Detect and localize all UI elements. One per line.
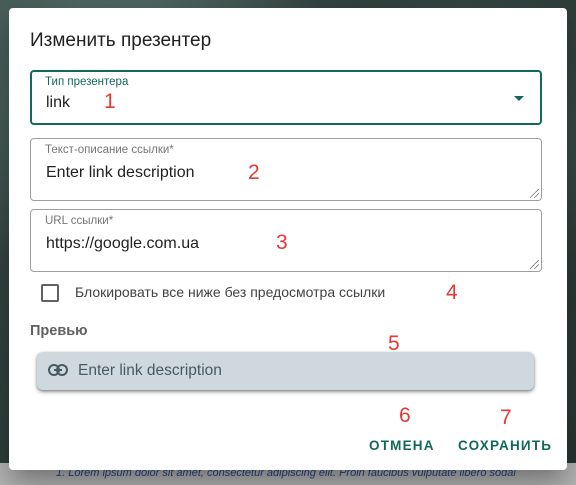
preview-chip-text: Enter link description: [78, 362, 222, 379]
annotation-marker-5: 5: [388, 332, 400, 355]
annotation-marker-6: 6: [399, 404, 411, 427]
block-below-checkbox-label[interactable]: Блокировать все ниже без предосмотра ссы…: [75, 284, 385, 300]
annotation-marker-3: 3: [276, 231, 288, 254]
resize-handle-icon[interactable]: [530, 260, 539, 269]
cancel-button[interactable]: ОТМЕНА: [369, 438, 435, 453]
annotation-marker-4: 4: [446, 281, 458, 304]
presenter-type-value: link: [46, 94, 71, 111]
link-url-value: https://google.com.ua: [46, 235, 199, 252]
link-text-label: Текст-описание ссылки*: [45, 144, 174, 156]
dialog-title: Изменить презентер: [30, 30, 212, 51]
link-url-label: URL ссылки*: [45, 215, 114, 227]
annotation-marker-7: 7: [500, 406, 512, 429]
link-text-field[interactable]: Текст-описание ссылки* Enter link descri…: [30, 138, 542, 201]
link-icon: [48, 363, 68, 382]
annotation-marker-2: 2: [248, 161, 260, 184]
save-button[interactable]: СОХРАНИТЬ: [458, 438, 552, 453]
edit-presenter-dialog: Изменить презентер Тип презентера link Т…: [9, 8, 567, 470]
preview-section-label: Превью: [30, 323, 88, 339]
annotation-marker-1: 1: [104, 90, 116, 113]
link-text-value: Enter link description: [46, 164, 195, 181]
dropdown-arrow-icon[interactable]: [514, 96, 524, 101]
block-below-checkbox[interactable]: [41, 284, 59, 302]
presenter-type-label: Тип презентера: [45, 76, 129, 88]
preview-link-chip[interactable]: Enter link description: [37, 352, 534, 390]
resize-handle-icon[interactable]: [530, 189, 539, 198]
